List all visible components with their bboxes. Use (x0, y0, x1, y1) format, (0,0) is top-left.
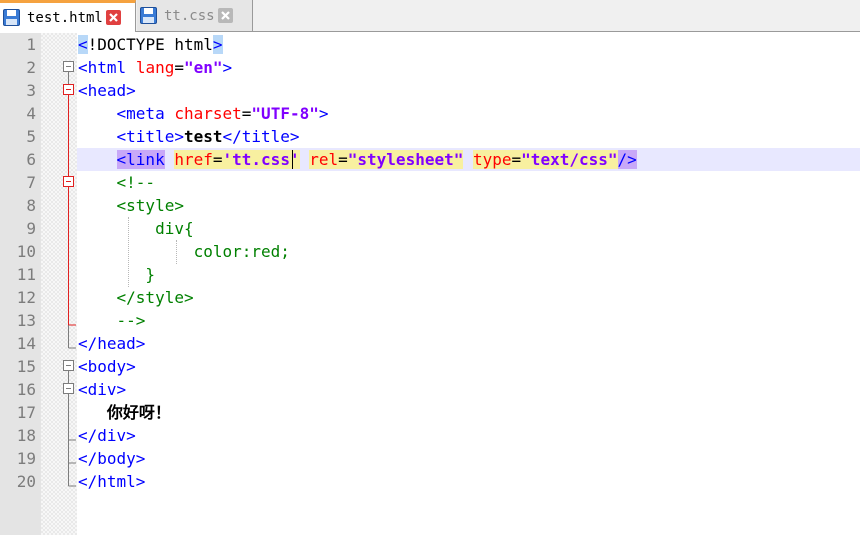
code-line-8: <style> (78, 196, 184, 215)
code-line-17: 你好呀！ (106, 403, 171, 422)
line-number: 1 (26, 35, 36, 54)
line-number: 15 (16, 357, 36, 376)
code-line-4: <meta charset="UTF-8"> (116, 104, 329, 123)
line-number: 7 (26, 173, 36, 192)
code-line-11: } (78, 265, 156, 284)
code-line-18: </div> (78, 426, 136, 445)
close-icon[interactable] (217, 8, 233, 23)
line-number: 5 (26, 127, 36, 146)
line-number: 8 (26, 196, 36, 215)
tab-label: tt.css (164, 7, 215, 24)
line-number-gutter: 1 2 3 4 5 6 7 8 9 10 11 12 13 14 15 16 1… (0, 33, 41, 535)
tab-bar: test.html tt.css (0, 0, 860, 32)
line-number: 10 (16, 242, 36, 261)
line-number: 3 (26, 81, 36, 100)
code-line-10: color:red; (78, 242, 290, 261)
line-number: 14 (16, 334, 36, 353)
code-line-14: </head> (78, 334, 146, 353)
code-line-13: --> (78, 311, 146, 330)
line-number: 17 (16, 403, 36, 422)
line-number: 2 (26, 58, 36, 77)
code-line-5: <title>test</title> (116, 127, 300, 146)
fold-margin (41, 33, 77, 535)
code-line-7: <!-- (78, 173, 156, 192)
text-caret (292, 150, 293, 169)
code-line-12: </style> (78, 288, 194, 307)
code-line-3: <head> (78, 81, 136, 100)
line-number: 12 (16, 288, 36, 307)
code-line-19: </body> (78, 449, 146, 468)
code-line-16: <div> (78, 380, 127, 399)
code-line-9: div{ (78, 219, 194, 238)
close-icon[interactable] (105, 10, 121, 25)
code-line-2: <html lang="en"> (78, 58, 233, 77)
code-line-1: <!DOCTYPE html> (78, 35, 223, 54)
line-number: 9 (26, 219, 36, 238)
tab-test-html[interactable]: test.html (0, 0, 136, 32)
code-line-20: </html> (78, 472, 146, 491)
save-icon (3, 9, 20, 26)
line-number: 6 (26, 150, 36, 169)
code-line-6: <link href='tt.css' rel="stylesheet" typ… (116, 150, 637, 169)
save-icon (140, 7, 157, 24)
tab-label: test.html (27, 9, 103, 26)
line-number: 16 (16, 380, 36, 399)
line-number: 4 (26, 104, 36, 123)
code-line-15: <body> (78, 357, 136, 376)
tab-tt-css[interactable]: tt.css (137, 0, 253, 31)
line-number: 20 (16, 472, 36, 491)
line-number: 11 (16, 265, 36, 284)
line-number: 19 (16, 449, 36, 468)
line-number: 18 (16, 426, 36, 445)
line-number: 13 (16, 311, 36, 330)
